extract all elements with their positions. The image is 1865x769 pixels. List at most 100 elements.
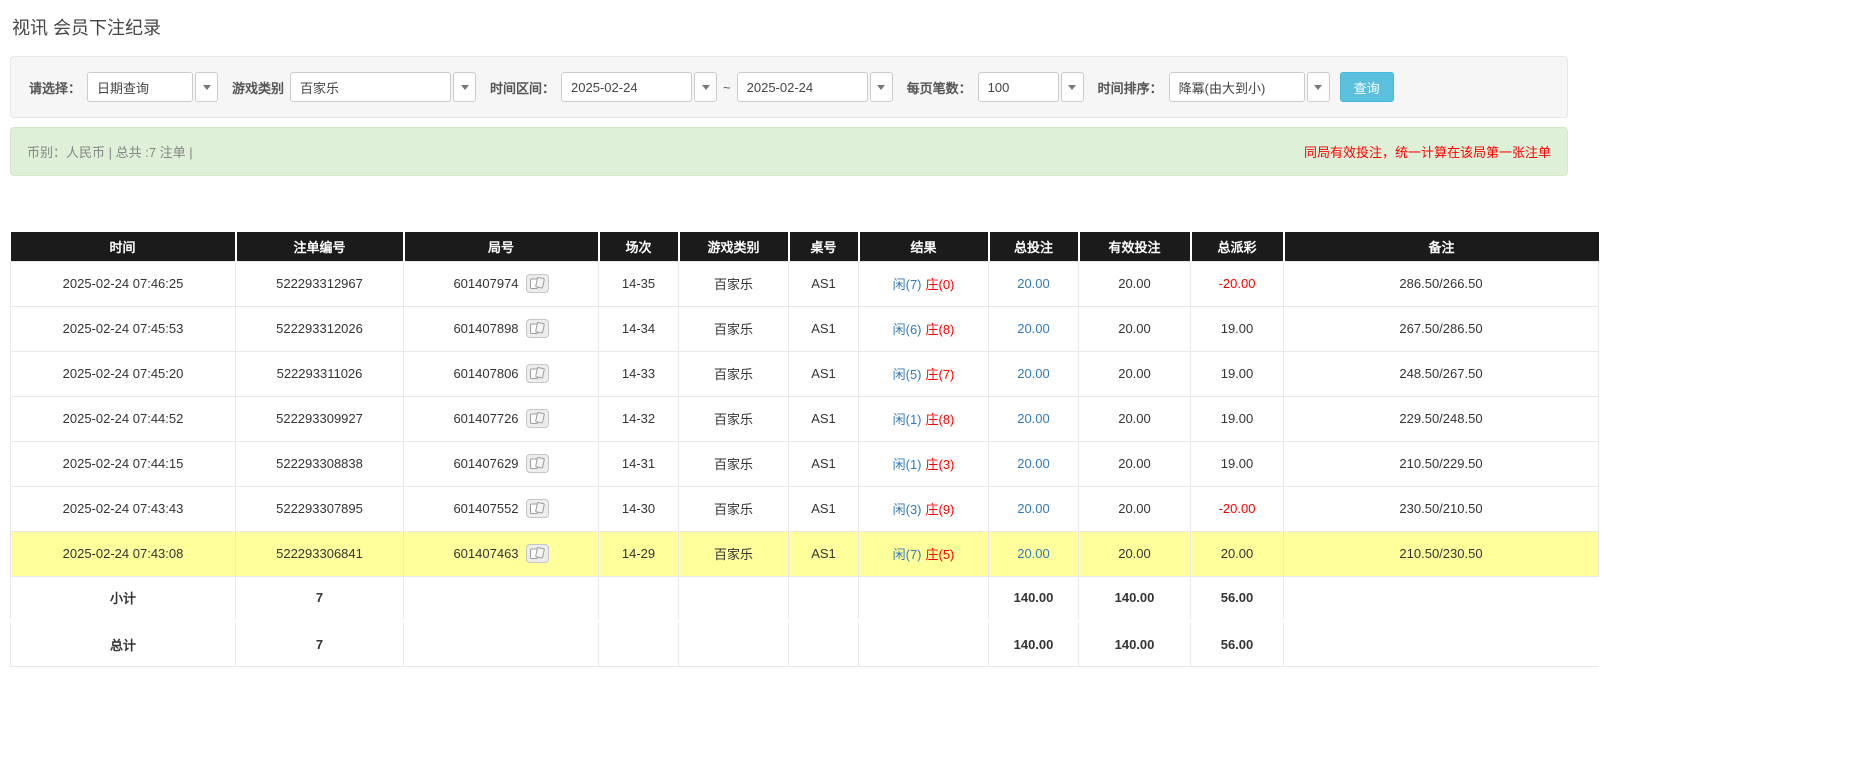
game-type-cell: 百家乐 (679, 306, 789, 351)
chevron-down-icon[interactable] (453, 72, 476, 102)
payout-cell: 19.00 (1191, 396, 1284, 441)
round-cell: 601407463 (404, 531, 599, 576)
empty-cell (859, 576, 989, 621)
empty-cell (679, 621, 789, 666)
search-button[interactable]: 查询 (1340, 72, 1394, 102)
total-row: 总计 7 140.00 140.00 56.00 (11, 621, 1599, 666)
round-cell: 601407552 (404, 486, 599, 531)
page-size-select[interactable]: 100 (978, 72, 1084, 102)
total-bet-link[interactable]: 20.00 (1017, 276, 1050, 291)
round-number: 601407629 (453, 456, 518, 471)
valid-bet-cell: 20.00 (1079, 261, 1191, 306)
date-range-separator: ~ (723, 80, 731, 95)
total-bet-link[interactable]: 20.00 (1017, 546, 1050, 561)
table-no-cell: AS1 (789, 486, 859, 531)
payout-cell: -20.00 (1191, 261, 1284, 306)
summary-bar: 币别：人民币 | 总共 :7 注单 | 同局有效投注，统一计算在该局第一张注单 (10, 127, 1568, 176)
empty-cell (404, 576, 599, 621)
game-type-select[interactable]: 百家乐 (290, 72, 476, 102)
chevron-down-icon[interactable] (1307, 72, 1330, 102)
table-row: 2025-02-24 07:43:08 522293306841 6014074… (11, 531, 1599, 576)
total-bet-link[interactable]: 20.00 (1017, 321, 1050, 336)
video-replay-icon[interactable] (526, 319, 549, 338)
total-bet-link[interactable]: 20.00 (1017, 366, 1050, 381)
query-type-select[interactable]: 日期查询 (87, 72, 218, 102)
game-type-cell: 百家乐 (679, 396, 789, 441)
empty-cell (404, 621, 599, 666)
total-label: 总计 (11, 621, 236, 666)
round-number: 601407806 (453, 366, 518, 381)
result-cell: 闲(7)庄(5) (859, 531, 989, 576)
sort-order-select[interactable]: 降冪(由大到小) (1169, 72, 1330, 102)
session-cell: 14-35 (599, 261, 679, 306)
video-replay-icon[interactable] (526, 454, 549, 473)
result-banker: 庄(0) (926, 277, 955, 292)
time-cell: 2025-02-24 07:44:15 (11, 441, 236, 486)
total-bet-link[interactable]: 20.00 (1017, 411, 1050, 426)
game-type-cell: 百家乐 (679, 261, 789, 306)
caret-shape (702, 85, 710, 90)
total-valid-bet: 140.00 (1079, 621, 1191, 666)
remark-cell: 230.50/210.50 (1284, 486, 1599, 531)
video-replay-icon[interactable] (526, 544, 549, 563)
empty-cell (599, 621, 679, 666)
remark-cell: 286.50/266.50 (1284, 261, 1599, 306)
chevron-down-icon[interactable] (195, 72, 218, 102)
date-to-select[interactable]: 2025-02-24 (737, 72, 893, 102)
video-replay-icon[interactable] (526, 364, 549, 383)
col-header-round: 局号 (404, 232, 599, 261)
caret-shape (461, 85, 469, 90)
video-replay-icon[interactable] (526, 274, 549, 293)
page-root: 视讯 会员下注纪录 请选择： 日期查询 游戏类别 百家乐 时间区间： 2025-… (0, 0, 1865, 677)
result-player: 闲(1) (893, 412, 922, 427)
total-bet-link[interactable]: 20.00 (1017, 501, 1050, 516)
remark-cell: 248.50/267.50 (1284, 351, 1599, 396)
total-bet-cell: 20.00 (989, 261, 1079, 306)
table-row: 2025-02-24 07:45:20 522293311026 6014078… (11, 351, 1599, 396)
chevron-down-icon[interactable] (694, 72, 717, 102)
result-banker: 庄(3) (926, 457, 955, 472)
page-size-label: 每页笔数： (907, 78, 972, 97)
subtotal-valid-bet: 140.00 (1079, 576, 1191, 621)
video-replay-icon[interactable] (526, 499, 549, 518)
chevron-down-icon[interactable] (870, 72, 893, 102)
bet-id-cell: 522293308838 (236, 441, 404, 486)
summary-currency-count: 币别：人民币 | 总共 :7 注单 | (27, 142, 193, 161)
remark-cell: 210.50/229.50 (1284, 441, 1599, 486)
session-cell: 14-32 (599, 396, 679, 441)
col-header-result: 结果 (859, 232, 989, 261)
chevron-down-icon[interactable] (1061, 72, 1084, 102)
total-bet-link[interactable]: 20.00 (1017, 456, 1050, 471)
total-bet-cell: 20.00 (989, 396, 1079, 441)
caret-shape (877, 85, 885, 90)
round-number: 601407726 (453, 411, 518, 426)
filter-bar: 请选择： 日期查询 游戏类别 百家乐 时间区间： 2025-02-24 ~ 20… (10, 56, 1568, 118)
round-number: 601407463 (453, 546, 518, 561)
result-player: 闲(6) (893, 322, 922, 337)
game-type-cell: 百家乐 (679, 441, 789, 486)
time-cell: 2025-02-24 07:44:52 (11, 396, 236, 441)
subtotal-row: 小计 7 140.00 140.00 56.00 (11, 576, 1599, 621)
date-from-select[interactable]: 2025-02-24 (561, 72, 717, 102)
query-type-label: 请选择： (29, 78, 81, 97)
valid-bet-cell: 20.00 (1079, 486, 1191, 531)
result-cell: 闲(5)庄(7) (859, 351, 989, 396)
result-player: 闲(1) (893, 457, 922, 472)
empty-cell (859, 621, 989, 666)
col-header-valid-bet: 有效投注 (1079, 232, 1191, 261)
empty-cell (599, 576, 679, 621)
empty-cell (679, 576, 789, 621)
col-header-session: 场次 (599, 232, 679, 261)
result-cell: 闲(1) 庄(3) (859, 441, 989, 486)
game-type-value: 百家乐 (290, 72, 451, 102)
total-total-bet: 140.00 (989, 621, 1079, 666)
caret-shape (1068, 85, 1076, 90)
col-header-bet-id: 注单编号 (236, 232, 404, 261)
time-cell: 2025-02-24 07:45:53 (11, 306, 236, 351)
video-replay-icon[interactable] (526, 409, 549, 428)
time-cell: 2025-02-24 07:45:20 (11, 351, 236, 396)
bet-id-cell: 522293306841 (236, 531, 404, 576)
remark-cell: 229.50/248.50 (1284, 396, 1599, 441)
bet-id-cell: 522293309927 (236, 396, 404, 441)
table-no-cell: AS1 (789, 396, 859, 441)
